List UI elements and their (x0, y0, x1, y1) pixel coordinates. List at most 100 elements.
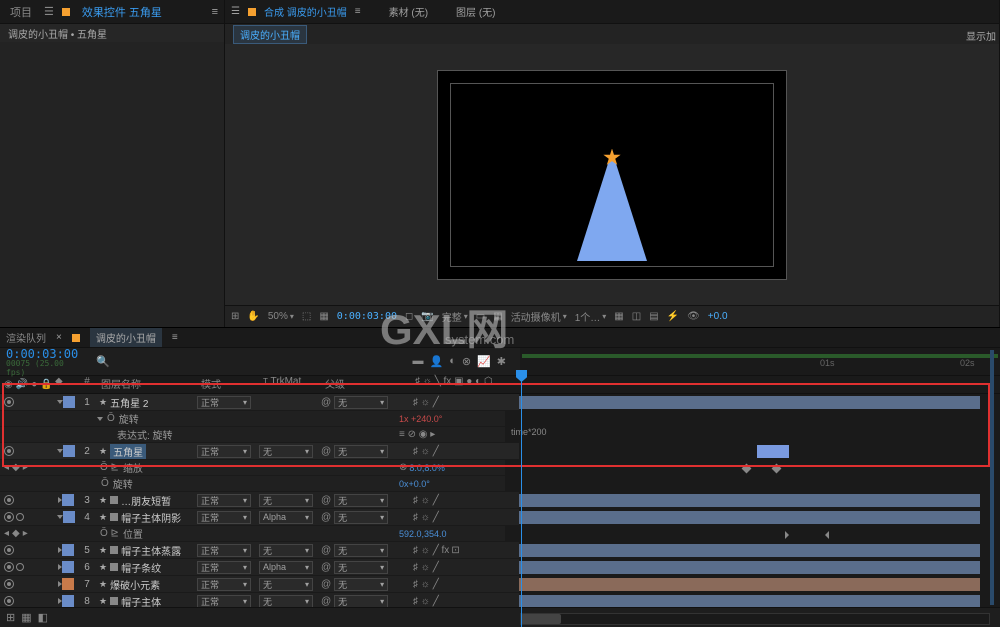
parent-column-header[interactable]: 父级 (321, 376, 411, 393)
eye-header-icon[interactable]: ◉ (4, 379, 13, 390)
layer-6-solo[interactable] (16, 563, 24, 571)
layer-4-pickwhip[interactable]: @ (321, 512, 331, 523)
layer-1-mode[interactable]: 正常▾ (197, 396, 251, 409)
layer-6-trk[interactable]: Alpha▾ (259, 561, 313, 574)
camera-select[interactable]: 活动摄像机▾ (511, 309, 567, 324)
channel-icon[interactable]: ▦ (319, 311, 328, 322)
prop-scale[interactable]: 缩放 (123, 460, 143, 475)
layer-2-pickwhip[interactable]: @ (321, 446, 331, 457)
layer-1-pickwhip[interactable]: @ (321, 397, 331, 408)
layer-3-switches[interactable]: ♯ ☼ ╱ (413, 495, 439, 506)
shy-icon[interactable]: 👤 (430, 355, 444, 368)
exposure-value[interactable]: +0.0 (708, 311, 728, 322)
project-tab[interactable]: 项目 (6, 4, 36, 20)
layer-5-label[interactable] (62, 544, 74, 556)
layer-8-parent[interactable]: 无▾ (334, 595, 388, 608)
3d-icon[interactable]: ▦ (614, 311, 623, 322)
pos-kf-2[interactable] (825, 531, 829, 539)
time-display[interactable]: 0:00:03:00 (337, 311, 397, 322)
layer-7-trk[interactable]: 无▾ (259, 578, 313, 591)
mode-column-header[interactable]: 模式 (197, 376, 259, 393)
frame-blend-icon[interactable]: ◐ (449, 355, 456, 368)
timeline-zoom-handle[interactable] (521, 614, 561, 624)
layer-2-switches[interactable]: ♯ ☼ ╱ (413, 446, 439, 457)
prop-rotation[interactable]: 旋转 (119, 411, 139, 426)
rot-expr-value[interactable]: 1x +240.0° (399, 414, 442, 424)
snapshot-icon[interactable]: 📷 (421, 311, 433, 322)
layer-4-trk[interactable]: Alpha▾ (259, 511, 313, 524)
panel-menu-icon[interactable]: ☰ (44, 5, 54, 18)
search-icon[interactable]: 🔍 (96, 355, 110, 368)
layer-7-visibility[interactable] (4, 579, 14, 589)
graph-icon[interactable]: 📈 (477, 355, 491, 368)
layer-8-visibility[interactable] (4, 596, 14, 606)
layer-3-mode[interactable]: 正常▾ (197, 494, 251, 507)
layer-2-visibility[interactable] (4, 446, 14, 456)
trans-grid-icon[interactable]: ▦ (493, 311, 502, 322)
layer-6-bar[interactable] (519, 561, 980, 574)
tab-menu-icon[interactable]: ≡ (212, 6, 218, 18)
solo-header-icon[interactable]: ● (31, 379, 37, 390)
layer-1-switches[interactable]: ♯ ☼ ╱ (413, 397, 439, 408)
kf-add[interactable]: ◆ (12, 462, 20, 473)
brain-icon[interactable]: ✱ (497, 355, 506, 368)
layer-1-visibility[interactable] (4, 397, 14, 407)
layer-4-visibility[interactable] (4, 512, 14, 522)
tab-close-icon[interactable]: × (56, 332, 62, 343)
layer-2-trk[interactable]: 无▾ (259, 445, 313, 458)
color-icon[interactable]: 👁 (687, 311, 700, 322)
layer-7-parent[interactable]: 无▾ (334, 578, 388, 591)
rot-twirl[interactable] (97, 417, 103, 421)
hand-icon[interactable]: ✋ (247, 311, 259, 322)
layer-5-fx-icon[interactable]: ⊡ (451, 545, 459, 556)
layer-4-bar[interactable] (519, 511, 980, 524)
fast-icon[interactable]: ⚡ (667, 311, 679, 322)
tab-menu-icon2[interactable]: ≡ (355, 6, 361, 17)
layer-2-label[interactable] (63, 445, 75, 457)
pos-kf-add[interactable]: ◆ (12, 528, 20, 539)
tab-menu-icon3[interactable]: ≡ (172, 332, 178, 343)
layer-5-mode[interactable]: 正常▾ (197, 544, 251, 557)
layer-6-visibility[interactable] (4, 562, 14, 572)
layer-4-parent[interactable]: 无▾ (334, 511, 388, 524)
layer-7-label[interactable] (62, 578, 74, 590)
playhead[interactable] (521, 376, 522, 627)
resolution-select[interactable]: 完整▾ (442, 309, 468, 324)
layer-3-visibility[interactable] (4, 495, 14, 505)
toggle-switches-icon[interactable]: ⊞ (6, 611, 15, 624)
expr-code[interactable]: time*200 (505, 427, 547, 437)
footage-tab[interactable]: 素材 (无) (389, 4, 428, 19)
layer-5-visibility[interactable] (4, 545, 14, 555)
pos-value[interactable]: 592.0,354.0 (399, 529, 447, 539)
layer-6-parent[interactable]: 无▾ (334, 561, 388, 574)
pixel-icon[interactable]: ▤ (649, 311, 658, 322)
layer-6-name[interactable]: ★帽子条纹 (97, 559, 197, 575)
layer-4-solo[interactable] (16, 513, 24, 521)
name-column-header[interactable]: 图层名称 (97, 376, 197, 393)
panel-grip-icon[interactable]: ☰ (231, 6, 240, 17)
layer-6-label[interactable] (62, 561, 74, 573)
layer-4-name[interactable]: ★帽子主体阴影 (97, 509, 197, 525)
mask-icon[interactable]: ◻ (405, 311, 413, 322)
res-icon[interactable]: ⬚ (302, 311, 311, 322)
scale-value[interactable]: 8.0,8.0% (409, 463, 445, 473)
layer-8-pickwhip[interactable]: @ (321, 596, 331, 607)
layer-3-name[interactable]: ★…朋友短暂 (97, 492, 197, 508)
pos-kf-next[interactable]: ▸ (23, 528, 28, 539)
layer-7-pickwhip[interactable]: @ (321, 579, 331, 590)
layer-2-parent[interactable]: 无▾ (334, 445, 388, 458)
comp-end-marker[interactable] (990, 350, 994, 605)
layer-4-switches[interactable]: ♯ ☼ ╱ (413, 512, 439, 523)
rot-value[interactable]: 0x+0.0° (399, 479, 430, 489)
layer-3-pickwhip[interactable]: @ (321, 495, 331, 506)
effects-tab[interactable]: 效果控件 五角星 (78, 4, 166, 20)
layer-tab[interactable]: 图层 (无) (456, 4, 495, 19)
layer-3-bar[interactable] (519, 494, 980, 507)
hat-shape[interactable] (577, 151, 647, 261)
timeline-zoom-track[interactable] (520, 613, 990, 625)
lock-header-icon[interactable]: 🔒 (40, 379, 52, 390)
zoom-select[interactable]: 50%▾ (268, 311, 294, 322)
views-select[interactable]: 1个…▾ (575, 309, 607, 324)
prop-position[interactable]: 位置 (123, 526, 143, 541)
comp-viewer-tab[interactable]: 合成 调皮的小丑帽 (264, 4, 347, 19)
